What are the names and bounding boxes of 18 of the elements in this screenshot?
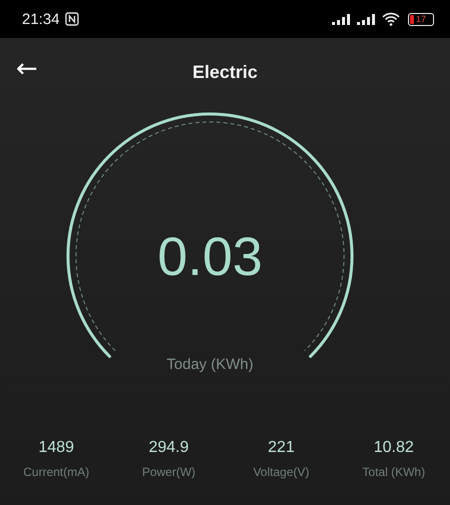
nfc-icon [64, 12, 79, 26]
signal-icon [357, 13, 377, 25]
signal-icon [332, 13, 352, 25]
stat-label: Voltage(V) [253, 465, 310, 479]
stat-label: Total (KWh) [362, 465, 426, 479]
stat-value: 1489 [38, 439, 74, 457]
status-time: 21:34 [22, 10, 60, 28]
battery-level: 17 [416, 14, 426, 24]
stat-value: 221 [268, 439, 295, 457]
stat-value: 10.82 [374, 439, 414, 457]
stat-value: 294.9 [148, 439, 189, 457]
stat-label: Power(W) [142, 465, 196, 479]
back-button[interactable]: ← [10, 52, 44, 86]
page-title: Electric [192, 62, 258, 82]
stat-label: Current(mA) [23, 465, 90, 479]
wifi-icon [382, 12, 400, 26]
gauge-label: Today (KWh) [166, 356, 254, 373]
gauge-value: 0.03 [156, 226, 264, 288]
